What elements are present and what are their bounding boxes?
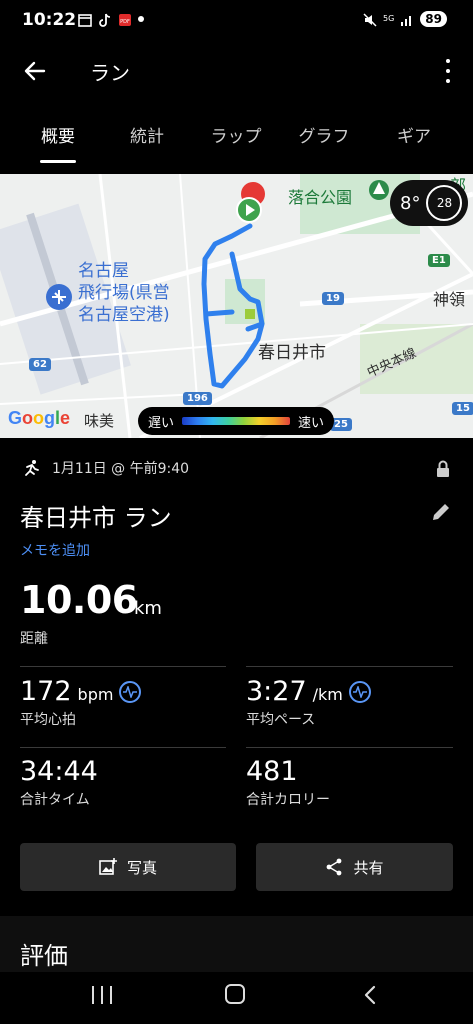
map-label-park: 落合公園 <box>288 188 353 207</box>
tab-graph[interactable]: グラフ <box>299 122 350 147</box>
share-button[interactable]: 共有 <box>256 843 453 891</box>
share-icon <box>327 858 342 876</box>
weather-temp: 8° <box>400 192 421 214</box>
add-photo-button[interactable]: 写真 <box>20 843 236 891</box>
nav-back-button[interactable] <box>360 984 380 1006</box>
stat-total-time: 34:44 合計タイム <box>20 756 98 809</box>
map-label-kamiryo: 神領 <box>433 290 466 309</box>
activity-date: 1月11日 @ 午前9:40 <box>52 461 190 477</box>
road-shield-62: 62 <box>29 358 51 371</box>
speed-legend-fast: 速い <box>297 415 324 431</box>
edit-icon[interactable] <box>429 500 453 524</box>
activity-meta: 1月11日 @ 午前9:40 <box>22 458 189 478</box>
pace-label: 平均ペース <box>246 712 316 728</box>
rating-title: 評価 <box>20 942 68 970</box>
stat-pace: 3:27 /km 平均ペース <box>246 676 371 729</box>
notification-icons: PDF <box>78 12 144 27</box>
system-icons: 5G 89 <box>363 11 447 27</box>
add-photo-label: 写真 <box>126 858 157 877</box>
arrow-left-icon <box>24 61 46 81</box>
heart-rate-label: 平均心拍 <box>20 712 76 728</box>
tab-indicator <box>40 160 76 163</box>
battery-level: 89 <box>420 11 447 27</box>
speed-legend: 遅い 速い <box>138 407 334 435</box>
svg-text:PDF: PDF <box>120 19 130 25</box>
heart-rate-value: 172 <box>20 676 72 707</box>
total-time-label: 合計タイム <box>20 792 90 808</box>
tab-laps[interactable]: ラップ <box>211 122 262 147</box>
heart-rate-unit: bpm <box>77 685 114 704</box>
lock-icon[interactable] <box>435 460 451 478</box>
status-bar: 10:22 PDF 5G 89 <box>0 0 473 44</box>
speed-legend-slow: 遅い <box>148 415 175 431</box>
divider <box>246 747 453 748</box>
app-bar: ラン <box>0 44 473 100</box>
road-shield-15: 15 <box>452 402 473 415</box>
add-memo-link[interactable]: メモを追加 <box>20 540 90 560</box>
signal-icon <box>400 12 414 26</box>
back-button[interactable] <box>20 56 50 86</box>
speed-gradient-bar <box>182 417 290 425</box>
more-vert-icon <box>446 59 450 63</box>
running-icon <box>25 460 39 476</box>
tab-overview[interactable]: 概要 <box>41 122 75 147</box>
rating-section <box>0 916 473 972</box>
total-time-value: 34:44 <box>20 756 98 787</box>
calories-value: 481 <box>246 756 298 787</box>
status-time: 10:22 <box>22 10 77 30</box>
pace-unit: /km <box>312 685 343 704</box>
map-label-airport: 名古屋 飛行場(県営 名古屋空港) <box>78 261 170 325</box>
activity-title: 春日井市 ラン <box>20 504 172 532</box>
weather-badge: 8° 28 <box>390 180 468 226</box>
tab-gear[interactable]: ギア <box>397 122 431 147</box>
system-nav-bar <box>0 972 473 1024</box>
distance-unit: km <box>134 598 162 619</box>
mute-icon <box>363 12 377 27</box>
distance-value: 10.06 <box>20 578 138 622</box>
home-button[interactable] <box>225 984 245 1004</box>
network-type: 5G <box>383 14 395 23</box>
pace-graph-icon[interactable] <box>348 680 371 703</box>
distance-label: 距離 <box>20 631 48 647</box>
tab-stats[interactable]: 統計 <box>130 122 164 147</box>
stat-heart-rate: 172 bpm 平均心拍 <box>20 676 142 729</box>
recents-button[interactable] <box>92 986 112 1004</box>
stat-calories: 481 合計カロリー <box>246 756 330 809</box>
add-photo-icon <box>99 858 117 875</box>
calendar-icon <box>78 12 92 27</box>
road-shield-19: 19 <box>322 292 344 305</box>
divider <box>20 747 226 748</box>
map-label-city: 春日井市 <box>258 343 326 363</box>
wind-value: 28 <box>436 196 453 210</box>
more-options-button[interactable] <box>443 56 453 86</box>
tab-bar: 概要 統計 ラップ グラフ ギア <box>0 112 473 164</box>
road-shield-e1: E1 <box>428 254 450 267</box>
map-label-ajiyoshi: 味美 <box>84 412 115 430</box>
google-logo: Google <box>8 408 71 428</box>
pdf-icon: PDF <box>118 12 132 26</box>
heart-rate-graph-icon[interactable] <box>119 680 142 703</box>
divider <box>246 666 453 667</box>
more-notifications-dot <box>138 16 144 22</box>
tiktok-icon <box>98 12 112 27</box>
road-shield-196: 196 <box>183 392 212 405</box>
wind-dial-icon: 28 <box>426 185 463 221</box>
pace-value: 3:27 <box>246 676 307 707</box>
calories-label: 合計カロリー <box>246 792 330 808</box>
page-title: ラン <box>90 61 130 85</box>
share-label: 共有 <box>353 858 384 877</box>
divider <box>20 666 226 667</box>
